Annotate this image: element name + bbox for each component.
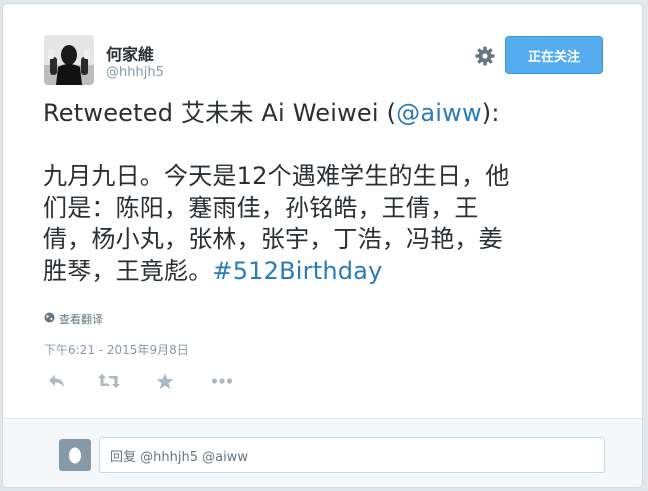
reply-input[interactable]: 回复 @hhhjh5 @aiww [99,437,605,473]
retweet-line: Retweeted 艾未未 Ai Weiwei (@aiww): [43,98,603,130]
tweet-text: Retweeted 艾未未 Ai Weiwei (@aiww): 九月九日。今天… [43,98,603,287]
reply-bar: 回复 @hhhjh5 @aiww [3,418,642,487]
author-screen-name[interactable]: @hhhjh5 [106,65,164,80]
following-button[interactable]: 正在关注 [505,36,603,74]
more-icon[interactable] [210,370,234,392]
avatar-photo [44,35,94,85]
retweet-icon[interactable] [97,370,121,392]
tweet-line-2: 们是：陈阳，蹇雨佳，孙铭皓，王倩，王 [43,193,479,222]
hashtag-link[interactable]: #512Birthday [212,257,382,285]
tweet-card: 何家維 @hhhjh5 正在关注 Retweeted 艾未未 Ai Weiwei… [2,3,643,488]
avatar[interactable] [44,35,94,85]
tweet-actions [43,370,263,392]
gear-icon[interactable] [473,44,497,68]
tweet-line-4-text: 胜琴，王竟彪。 [43,256,213,285]
translate-link[interactable]: 查看翻译 [44,311,103,327]
tweet-line-4: 胜琴，王竟彪。#512Birthday [43,256,603,288]
tweet-line-1: 九月九日。今天是12个遇难学生的生日，他 [43,162,510,190]
reply-icon[interactable] [45,370,69,392]
favorite-icon[interactable] [153,370,177,392]
default-avatar-icon [59,439,91,471]
translate-label: 查看翻译 [59,313,103,326]
tweet-line-3: 倩，杨小丸，张林，张宇，丁浩，冯艳，姜 [43,225,503,253]
mention-link[interactable]: @aiww [396,99,482,127]
author-display-name[interactable]: 何家維 [106,41,154,65]
globe-icon [44,312,55,326]
retweet-suffix: ): [481,99,500,127]
retweet-prefix: Retweeted 艾未未 Ai Weiwei ( [43,99,397,127]
tweet-timestamp[interactable]: 下午6:21 - 2015年9月8日 [44,341,189,358]
